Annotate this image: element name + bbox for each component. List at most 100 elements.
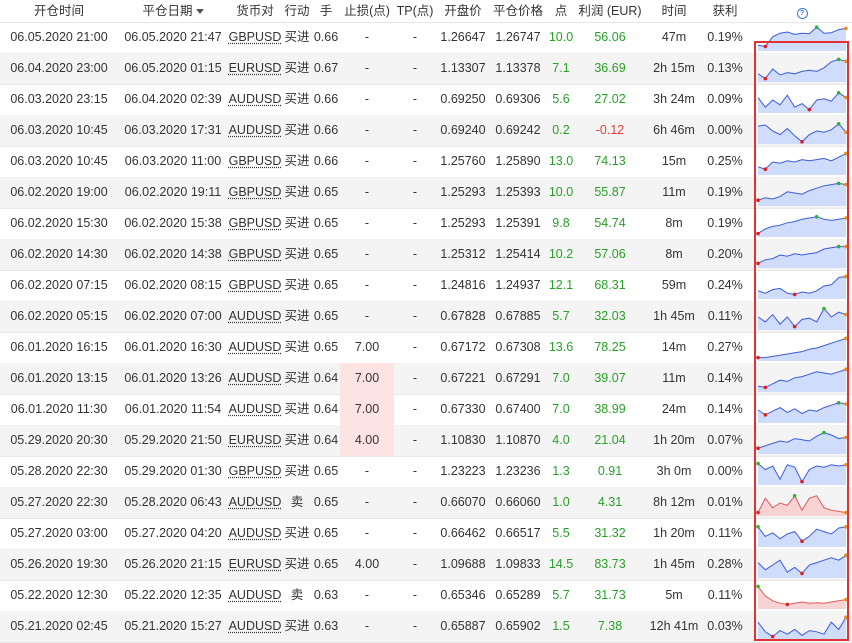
table-row[interactable]: 06.02.2020 19:00 06.02.2020 19:11 GBPUSD 买进… (0, 177, 852, 209)
sparkline-last-marker (844, 216, 848, 220)
table-row[interactable]: 06.03.2020 10:45 06.03.2020 11:00 GBPUSD 买进… (0, 146, 852, 178)
table-row[interactable]: 06.01.2020 13:15 06.01.2020 13:26 AUDUSD 买进… (0, 363, 852, 395)
cell-pair-text[interactable]: GBPUSD (229, 247, 282, 261)
cell-pair[interactable]: EURUSD (228, 425, 282, 456)
table-row[interactable]: 06.01.2020 16:15 06.01.2020 16:30 AUDUSD 买进… (0, 332, 852, 364)
trade-sparkline[interactable] (756, 84, 848, 115)
cell-pair[interactable]: AUDUSD (228, 518, 282, 549)
cell-pair-text[interactable]: GBPUSD (229, 278, 282, 292)
trade-sparkline[interactable] (756, 425, 848, 456)
cell-pair-text[interactable]: AUDUSD (229, 619, 282, 633)
cell-pair-text[interactable]: AUDUSD (229, 123, 282, 137)
col-sl[interactable]: 止损(点) (340, 0, 394, 22)
trade-sparkline[interactable] (756, 456, 848, 487)
cell-pair[interactable]: GBPUSD (228, 208, 282, 239)
cell-pair[interactable]: GBPUSD (228, 270, 282, 301)
col-chart-help[interactable]: ? (756, 0, 848, 22)
trade-sparkline[interactable] (756, 549, 848, 580)
cell-pair[interactable]: AUDUSD (228, 487, 282, 518)
cell-pair[interactable]: AUDUSD (228, 84, 282, 115)
trade-sparkline[interactable] (756, 208, 848, 239)
cell-sl: - (340, 22, 394, 53)
cell-pair[interactable]: AUDUSD (228, 332, 282, 363)
cell-pair[interactable]: EURUSD (228, 53, 282, 84)
cell-pair[interactable]: GBPUSD (228, 456, 282, 487)
cell-pair-text[interactable]: GBPUSD (229, 30, 282, 44)
cell-pair[interactable]: EURUSD (228, 549, 282, 580)
table-row[interactable]: 06.01.2020 11:30 06.01.2020 11:54 AUDUSD 买进… (0, 394, 852, 426)
trade-sparkline[interactable] (756, 270, 848, 301)
table-row[interactable]: 05.27.2020 22:30 05.28.2020 06:43 AUDUSD 卖 0… (0, 487, 852, 519)
cell-pair-text[interactable]: GBPUSD (229, 185, 282, 199)
cell-pair[interactable]: AUDUSD (228, 580, 282, 611)
cell-pair[interactable]: AUDUSD (228, 301, 282, 332)
trade-sparkline[interactable] (756, 580, 848, 611)
table-row[interactable]: 05.21.2020 02:45 05.21.2020 15:27 AUDUSD 买进… (0, 611, 852, 643)
trade-sparkline[interactable] (756, 146, 848, 177)
trade-sparkline[interactable] (756, 115, 848, 146)
table-row[interactable]: 05.28.2020 22:30 05.29.2020 01:30 GBPUSD 买进… (0, 456, 852, 488)
trade-sparkline[interactable] (756, 22, 848, 53)
table-row[interactable]: 06.03.2020 23:15 06.04.2020 02:39 AUDUSD 买进… (0, 84, 852, 116)
table-row[interactable]: 06.02.2020 07:15 06.02.2020 08:15 GBPUSD 买进… (0, 270, 852, 302)
cell-pair-text[interactable]: AUDUSD (229, 309, 282, 323)
table-row[interactable]: 06.04.2020 23:00 06.05.2020 01:15 EURUSD 买进… (0, 53, 852, 85)
cell-pair-text[interactable]: AUDUSD (229, 340, 282, 354)
table-row[interactable]: 06.02.2020 14:30 06.02.2020 14:38 GBPUSD 买进… (0, 239, 852, 271)
table-row[interactable]: 05.22.2020 12:30 05.22.2020 12:35 AUDUSD 卖 0… (0, 580, 852, 612)
cell-pair-text[interactable]: AUDUSD (229, 371, 282, 385)
cell-pair-text[interactable]: AUDUSD (229, 526, 282, 540)
col-action[interactable]: 行动 (282, 0, 312, 22)
cell-pair[interactable]: AUDUSD (228, 363, 282, 394)
cell-pair-text[interactable]: AUDUSD (229, 402, 282, 416)
cell-pair-text[interactable]: AUDUSD (229, 495, 282, 509)
cell-pair[interactable]: GBPUSD (228, 177, 282, 208)
cell-pair-text[interactable]: AUDUSD (229, 588, 282, 602)
cell-pair[interactable]: AUDUSD (228, 115, 282, 146)
cell-pair[interactable]: GBPUSD (228, 146, 282, 177)
table-row[interactable]: 06.05.2020 21:00 06.05.2020 21:47 GBPUSD 买进… (0, 22, 852, 54)
cell-pair[interactable]: AUDUSD (228, 611, 282, 642)
col-pips[interactable]: 点 (546, 0, 576, 22)
table-row[interactable]: 05.27.2020 03:00 05.27.2020 04:20 AUDUSD 买进… (0, 518, 852, 550)
cell-pair-text[interactable]: AUDUSD (229, 92, 282, 106)
table-row[interactable]: 06.02.2020 15:30 06.02.2020 15:38 GBPUSD 买进… (0, 208, 852, 240)
trade-sparkline[interactable] (756, 363, 848, 394)
col-open-time[interactable]: 开仓时间 (0, 0, 118, 22)
col-profit[interactable]: 利润 (EUR) (576, 0, 644, 22)
cell-duration-text: 12h 41m (649, 619, 699, 633)
table-row[interactable]: 05.29.2020 20:30 05.29.2020 21:50 EURUSD 买进… (0, 425, 852, 457)
trade-sparkline[interactable] (756, 487, 848, 518)
trade-sparkline[interactable] (756, 177, 848, 208)
table-row[interactable]: 06.03.2020 10:45 06.03.2020 17:31 AUDUSD 买进… (0, 115, 852, 147)
cell-pair-text[interactable]: EURUSD (229, 557, 282, 571)
trade-sparkline[interactable] (756, 332, 848, 363)
trade-sparkline[interactable] (756, 301, 848, 332)
cell-pair-text[interactable]: GBPUSD (229, 154, 282, 168)
cell-pair-text[interactable]: EURUSD (229, 433, 282, 447)
col-lots[interactable]: 手 (312, 0, 340, 22)
table-row[interactable]: 06.02.2020 05:15 06.02.2020 07:00 AUDUSD 买进… (0, 301, 852, 333)
help-icon[interactable]: ? (796, 8, 808, 19)
col-tp[interactable]: TP(点) (394, 0, 436, 22)
cell-sl-text: - (364, 309, 370, 323)
col-close-price[interactable]: 平仓价格 (490, 0, 546, 22)
trade-sparkline[interactable] (756, 518, 848, 549)
cell-action: 买进 (282, 363, 312, 394)
table-row[interactable]: 05.26.2020 19:30 05.26.2020 21:15 EURUSD 买进… (0, 549, 852, 581)
col-gain[interactable]: 获利 (704, 0, 746, 22)
cell-pair-text[interactable]: EURUSD (229, 61, 282, 75)
cell-pair[interactable]: AUDUSD (228, 394, 282, 425)
trade-sparkline[interactable] (756, 239, 848, 270)
trade-sparkline[interactable] (756, 53, 848, 84)
col-duration[interactable]: 时间 (644, 0, 704, 22)
col-pair[interactable]: 货币对 (228, 0, 282, 22)
col-close-date[interactable]: 平仓日期 (118, 0, 228, 22)
trade-sparkline[interactable] (756, 611, 848, 642)
col-open-price[interactable]: 开盘价 (436, 0, 490, 22)
cell-pair[interactable]: GBPUSD (228, 22, 282, 53)
cell-pair-text[interactable]: GBPUSD (229, 216, 282, 230)
trade-sparkline[interactable] (756, 394, 848, 425)
cell-pair[interactable]: GBPUSD (228, 239, 282, 270)
cell-pair-text[interactable]: GBPUSD (229, 464, 282, 478)
